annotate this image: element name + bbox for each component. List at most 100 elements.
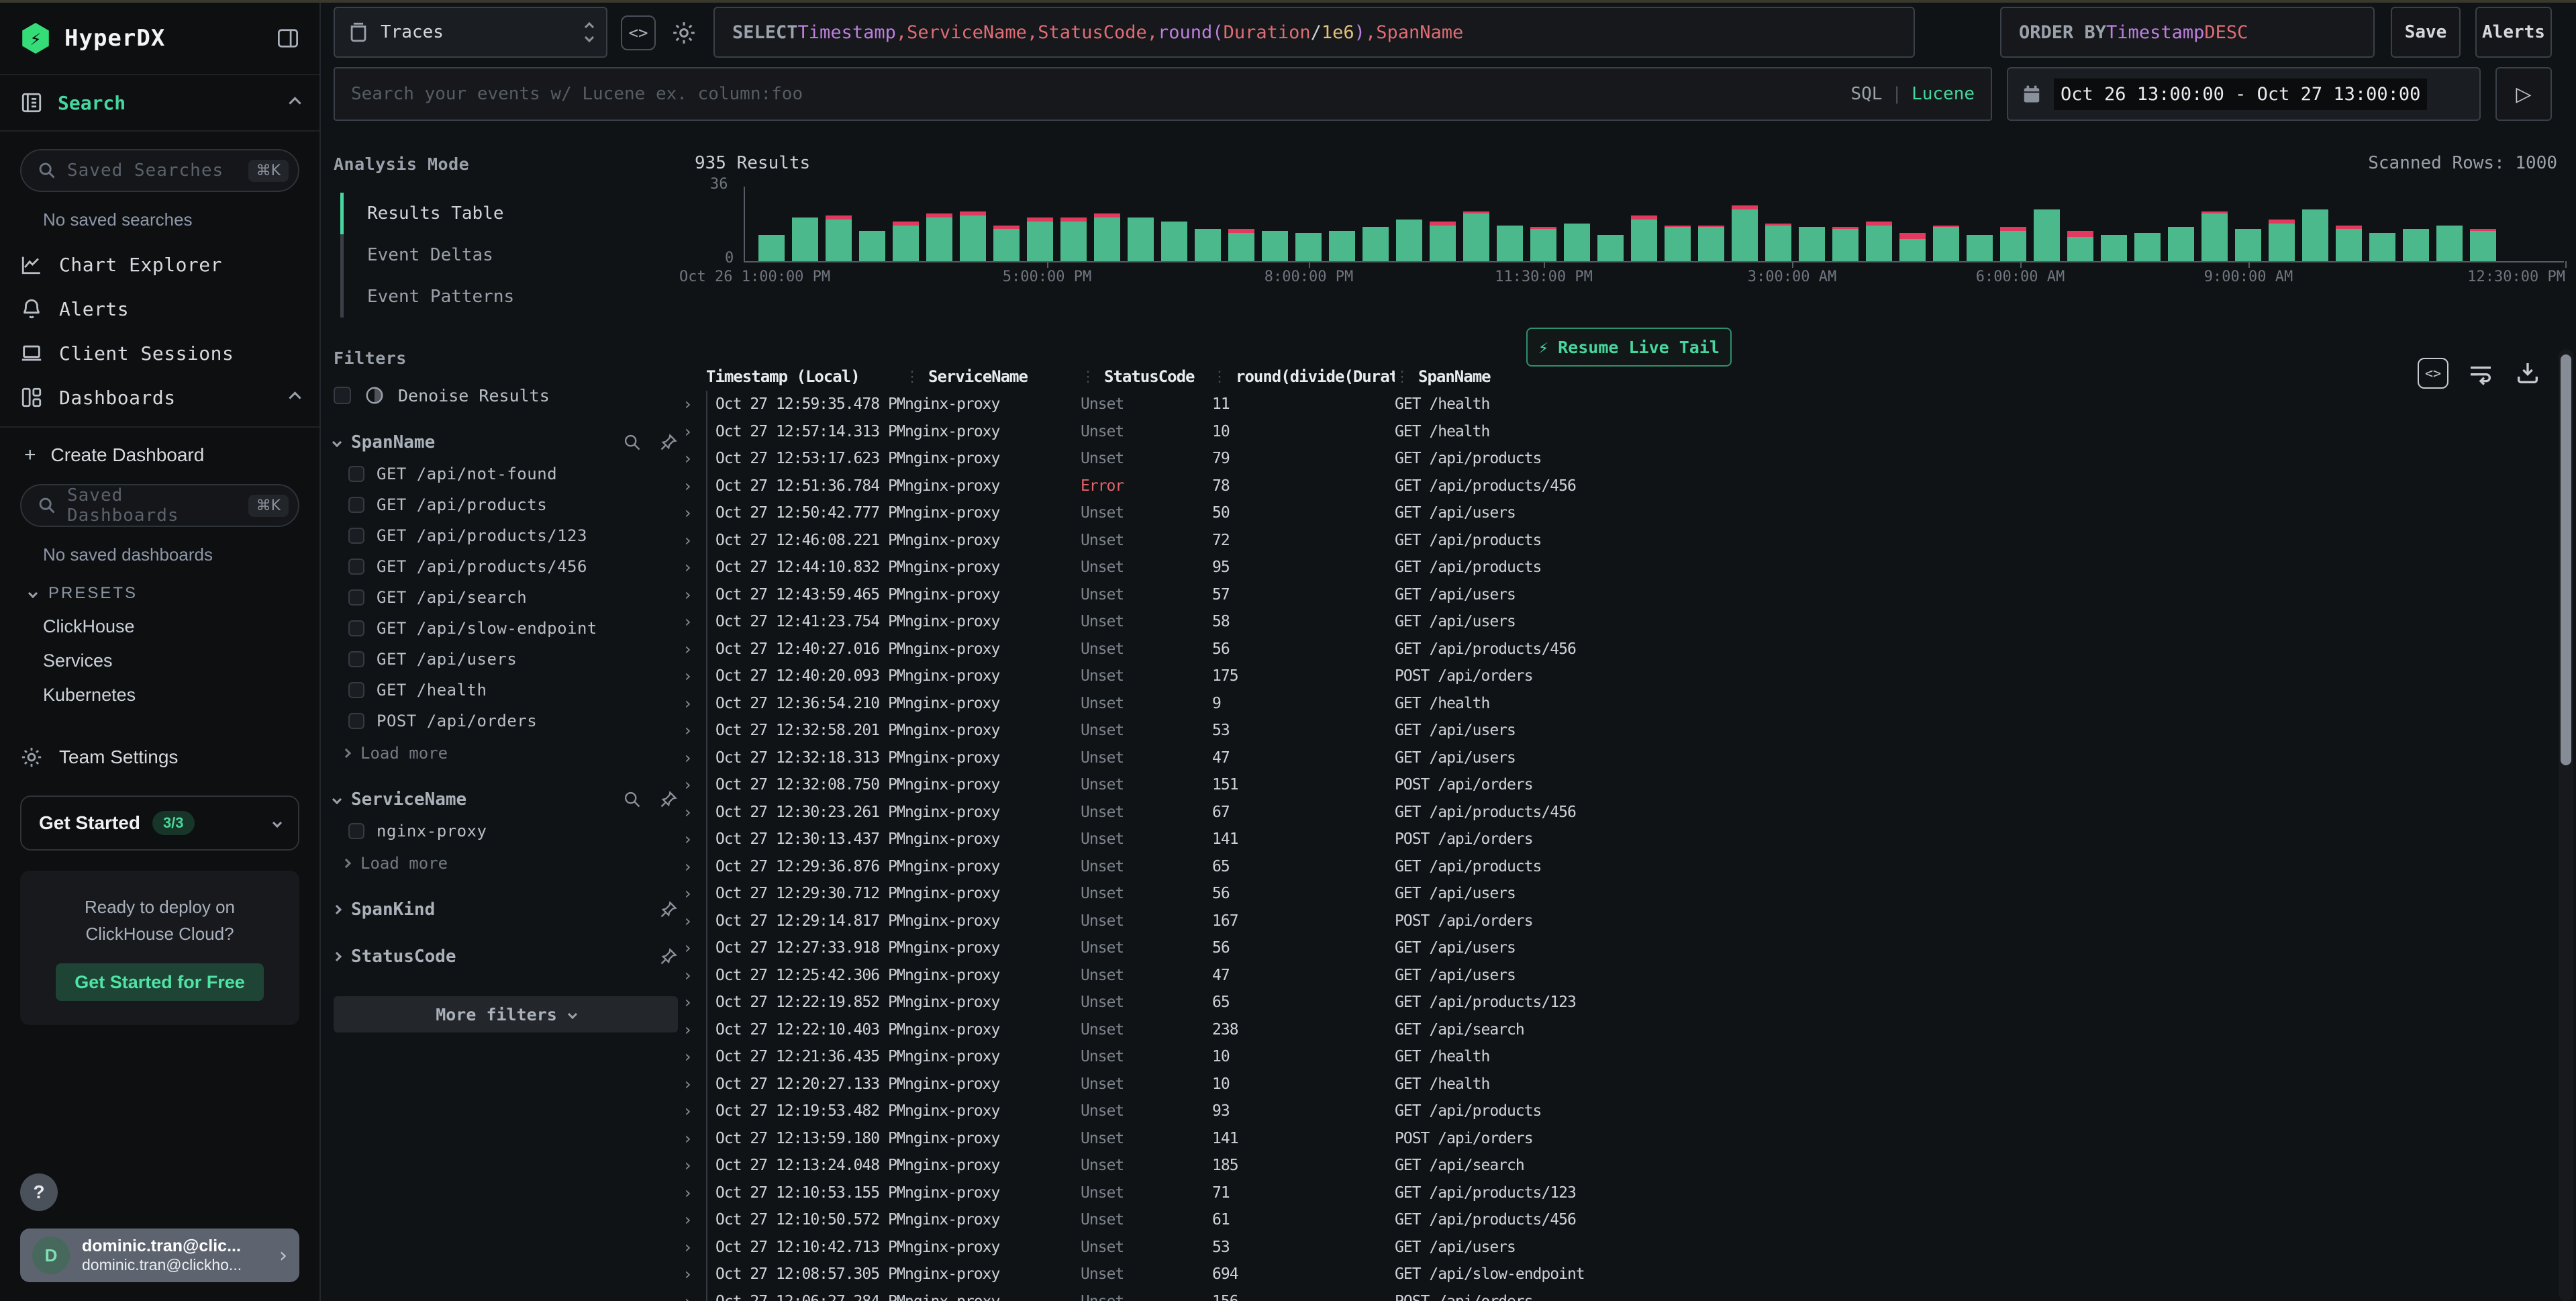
column-header-spanname[interactable]: ⋮SpanName	[1395, 367, 2555, 386]
column-header-timestamp[interactable]: Timestamp (Local)	[706, 367, 905, 386]
sidebar-item-search[interactable]: Search	[0, 74, 319, 132]
filter-option[interactable]: GET /api/not-found	[348, 465, 678, 483]
create-dashboard-button[interactable]: + Create Dashboard	[0, 428, 319, 467]
expand-row-chevron-icon[interactable]: ›	[682, 1292, 706, 1301]
expand-row-chevron-icon[interactable]: ›	[682, 422, 706, 441]
filter-group-servicename[interactable]: ServiceName	[334, 789, 678, 810]
expand-row-chevron-icon[interactable]: ›	[682, 531, 706, 550]
histogram-bar[interactable]	[1530, 227, 1556, 261]
table-row[interactable]: ›Oct 27 12:32:58.201 PMnginx-proxyUnset5…	[682, 717, 2555, 744]
histogram-bar[interactable]	[2134, 233, 2161, 261]
histogram-bar[interactable]	[993, 226, 1020, 261]
pin-icon[interactable]	[659, 947, 678, 966]
expand-row-chevron-icon[interactable]: ›	[682, 449, 706, 468]
filter-option[interactable]: GET /health	[348, 681, 678, 700]
expand-row-chevron-icon[interactable]: ›	[682, 912, 706, 930]
expand-row-chevron-icon[interactable]: ›	[682, 966, 706, 985]
expand-row-chevron-icon[interactable]: ›	[682, 1265, 706, 1284]
table-row[interactable]: ›Oct 27 12:29:30.712 PMnginx-proxyUnset5…	[682, 880, 2555, 908]
histogram-bar[interactable]	[1933, 226, 1959, 261]
filter-checkbox[interactable]	[348, 466, 364, 482]
histogram-bar[interactable]	[2201, 211, 2228, 261]
sidebar-item-chart-explorer[interactable]: Chart Explorer	[0, 242, 319, 287]
filter-checkbox[interactable]	[348, 682, 364, 698]
histogram-bar[interactable]	[792, 218, 818, 261]
expand-row-chevron-icon[interactable]: ›	[682, 612, 706, 631]
expand-row-chevron-icon[interactable]: ›	[682, 1129, 706, 1148]
histogram-bar[interactable]	[1262, 231, 1288, 261]
preset-clickhouse[interactable]: ClickHouse	[43, 616, 299, 637]
histogram-bar[interactable]	[1463, 211, 1489, 261]
saved-searches-input[interactable]: Saved Searches ⌘K	[20, 149, 299, 192]
histogram-bar[interactable]	[859, 231, 885, 261]
table-row[interactable]: ›Oct 27 12:08:57.305 PMnginx-proxyUnset6…	[682, 1261, 2555, 1288]
filter-checkbox[interactable]	[348, 559, 364, 575]
table-row[interactable]: ›Oct 27 12:22:10.403 PMnginx-proxyUnset2…	[682, 1016, 2555, 1044]
get-started-free-button[interactable]: Get Started for Free	[56, 963, 264, 1001]
histogram-bar[interactable]	[1765, 224, 1791, 261]
column-header-servicename[interactable]: ⋮ServiceName	[905, 367, 1081, 386]
histogram-bar[interactable]	[1564, 224, 1590, 261]
language-toggle-sql[interactable]: SQL	[1850, 84, 1882, 104]
filter-group-spankind[interactable]: SpanKind	[334, 900, 678, 920]
histogram-bar[interactable]	[2000, 227, 2026, 261]
table-row[interactable]: ›Oct 27 12:53:17.623 PMnginx-proxyUnset7…	[682, 445, 2555, 473]
histogram-bar[interactable]	[1363, 227, 1389, 261]
expand-row-chevron-icon[interactable]: ›	[682, 803, 706, 822]
histogram-bar[interactable]	[1732, 205, 1758, 261]
saved-dashboards-input[interactable]: Saved Dashboards ⌘K	[20, 484, 299, 527]
expand-row-chevron-icon[interactable]: ›	[682, 503, 706, 522]
table-row[interactable]: ›Oct 27 12:44:10.832 PMnginx-proxyUnset9…	[682, 554, 2555, 581]
filter-group-spanname[interactable]: SpanName	[334, 432, 678, 452]
sidebar-item-dashboards[interactable]: Dashboards	[0, 375, 319, 420]
histogram-bar[interactable]	[826, 215, 852, 261]
histogram-bar[interactable]	[1497, 226, 1523, 262]
alerts-button[interactable]: Alerts	[2475, 7, 2552, 58]
analysis-mode-results-table[interactable]: Results Table	[334, 193, 678, 234]
histogram-bar[interactable]	[2369, 233, 2395, 261]
event-search-input[interactable]: Search your events w/ Lucene ex. column:…	[334, 67, 1992, 121]
table-row[interactable]: ›Oct 27 12:32:08.750 PMnginx-proxyUnset1…	[682, 771, 2555, 799]
table-row[interactable]: ›Oct 27 12:30:23.261 PMnginx-proxyUnset6…	[682, 799, 2555, 826]
table-row[interactable]: ›Oct 27 12:19:53.482 PMnginx-proxyUnset9…	[682, 1098, 2555, 1125]
histogram-bar[interactable]	[1899, 233, 1926, 261]
expand-row-chevron-icon[interactable]: ›	[682, 830, 706, 849]
histogram-bar[interactable]	[1195, 229, 1221, 261]
expand-row-chevron-icon[interactable]: ›	[682, 1210, 706, 1229]
presets-toggle[interactable]: PRESETS	[30, 584, 299, 603]
expand-row-chevron-icon[interactable]: ›	[682, 667, 706, 685]
filter-checkbox[interactable]	[348, 589, 364, 606]
histogram-bar[interactable]	[1631, 215, 1657, 261]
more-filters-button[interactable]: More filters	[334, 996, 678, 1032]
save-button[interactable]: Save	[2391, 7, 2461, 58]
histogram-bar[interactable]	[1832, 227, 1859, 261]
sidebar-item-client-sessions[interactable]: Client Sessions	[0, 331, 319, 375]
expand-row-chevron-icon[interactable]: ›	[682, 1184, 706, 1202]
histogram-bar[interactable]	[1430, 222, 1456, 261]
expand-row-chevron-icon[interactable]: ›	[682, 993, 706, 1012]
table-row[interactable]: ›Oct 27 12:40:27.016 PMnginx-proxyUnset5…	[682, 636, 2555, 663]
table-row[interactable]: ›Oct 27 12:50:42.777 PMnginx-proxyUnset5…	[682, 499, 2555, 527]
load-more-button[interactable]: Load more	[343, 854, 678, 873]
scrollbar-thumb[interactable]	[2561, 354, 2571, 765]
expand-row-chevron-icon[interactable]: ›	[682, 1075, 706, 1094]
table-row[interactable]: ›Oct 27 12:20:27.133 PMnginx-proxyUnset1…	[682, 1071, 2555, 1098]
expand-row-chevron-icon[interactable]: ›	[682, 884, 706, 903]
results-histogram[interactable]	[758, 189, 2557, 261]
expand-row-chevron-icon[interactable]: ›	[682, 1102, 706, 1120]
expand-row-chevron-icon[interactable]: ›	[682, 395, 706, 414]
expand-row-chevron-icon[interactable]: ›	[682, 775, 706, 794]
table-row[interactable]: ›Oct 27 12:36:54.210 PMnginx-proxyUnset9…	[682, 690, 2555, 718]
expand-row-chevron-icon[interactable]: ›	[682, 1020, 706, 1039]
table-row[interactable]: ›Oct 27 12:57:14.313 PMnginx-proxyUnset1…	[682, 418, 2555, 446]
preset-kubernetes[interactable]: Kubernetes	[43, 685, 299, 706]
expand-row-chevron-icon[interactable]: ›	[682, 585, 706, 604]
analysis-mode-event-patterns[interactable]: Event Patterns	[334, 276, 678, 318]
language-toggle-lucene[interactable]: Lucene	[1912, 84, 1975, 104]
histogram-bar[interactable]	[1329, 231, 1355, 261]
expand-row-chevron-icon[interactable]: ›	[682, 749, 706, 767]
column-header-statuscode[interactable]: ⋮StatusCode	[1081, 367, 1212, 386]
table-row[interactable]: ›Oct 27 12:41:23.754 PMnginx-proxyUnset5…	[682, 608, 2555, 636]
histogram-bar[interactable]	[2436, 226, 2463, 262]
table-row[interactable]: ›Oct 27 12:25:42.306 PMnginx-proxyUnset4…	[682, 962, 2555, 990]
